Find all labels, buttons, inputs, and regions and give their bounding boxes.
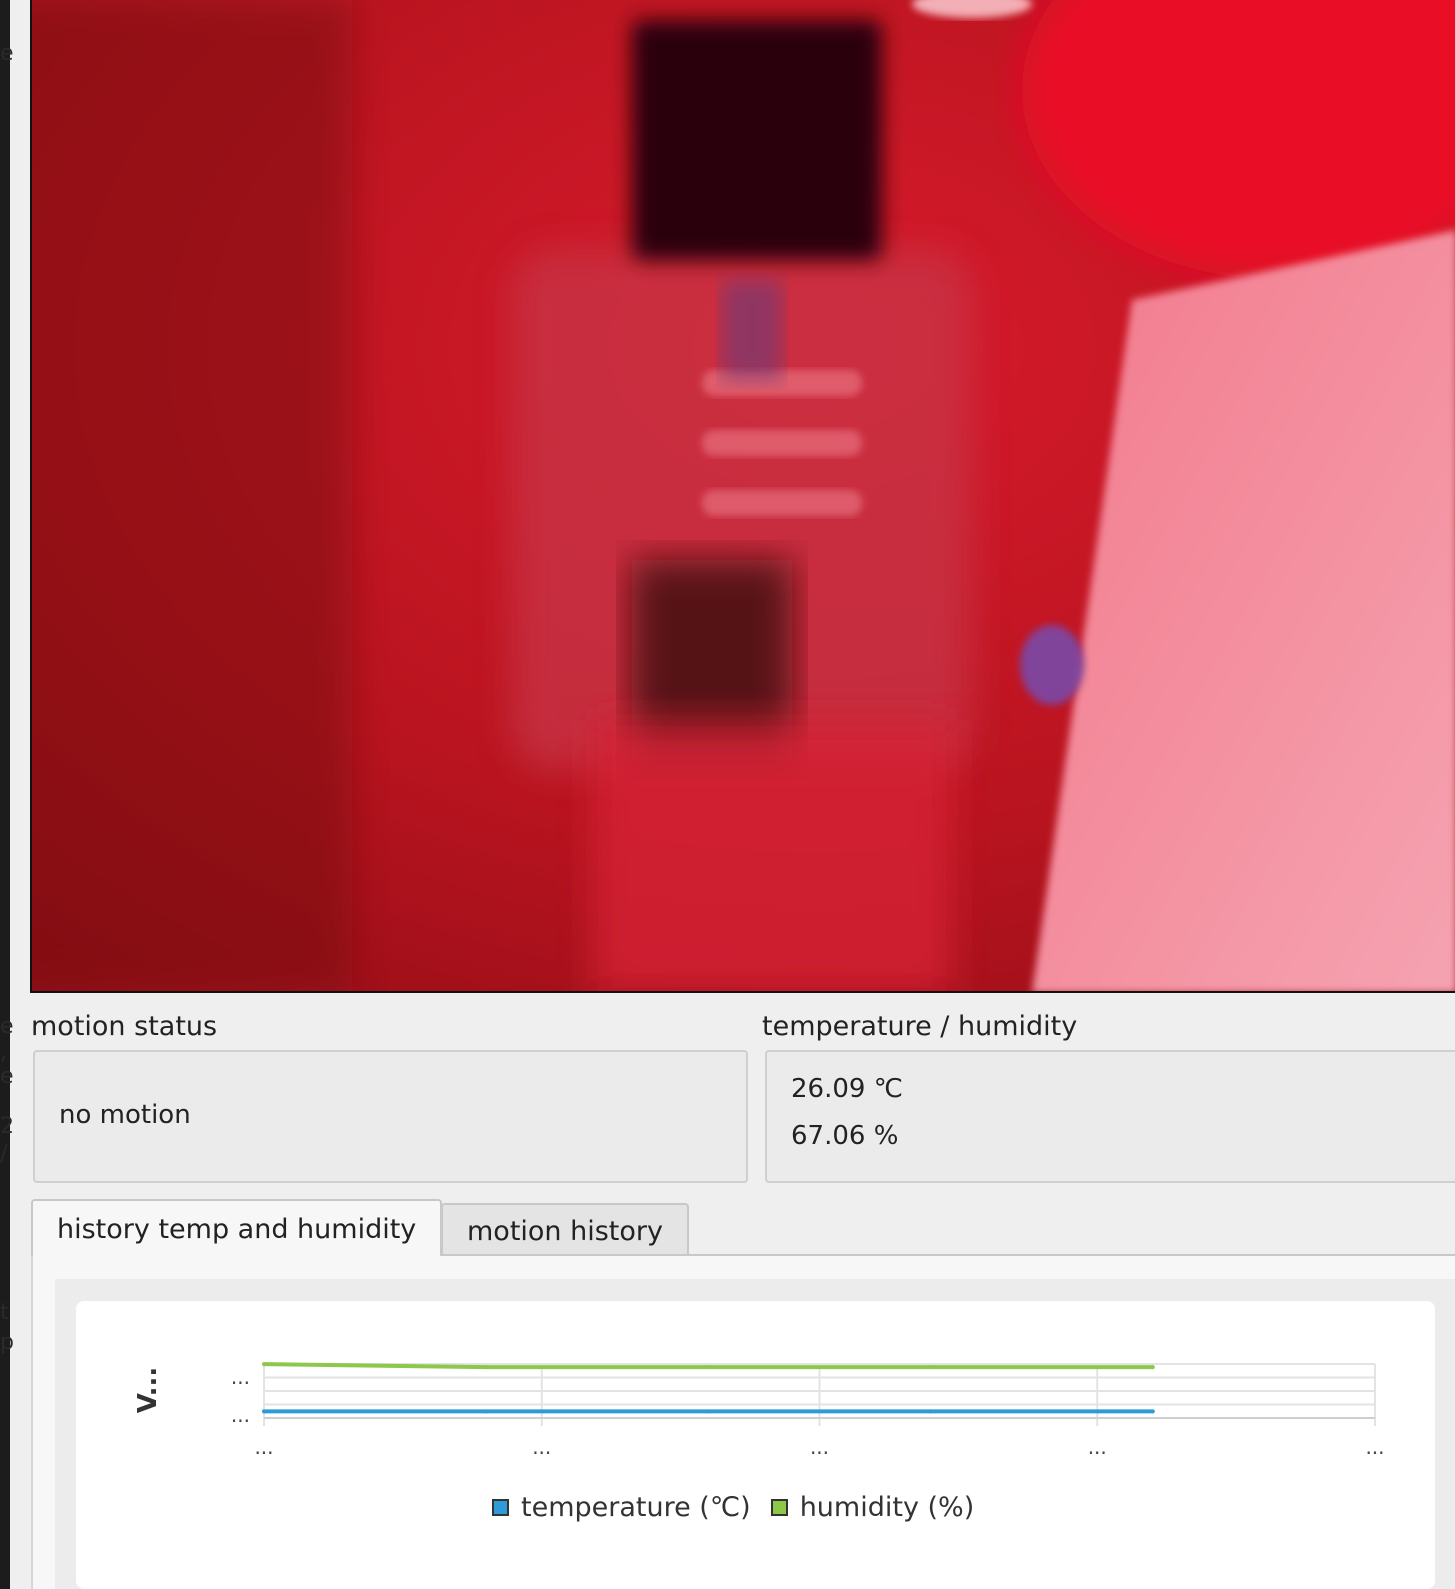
temperature-value: 26.09 ℃ bbox=[791, 1074, 903, 1104]
legend-swatch-humidity bbox=[770, 1498, 788, 1516]
motion-status-label: motion status bbox=[31, 1011, 218, 1042]
background-window-edge: e e , e 2 / t p bbox=[0, 0, 30, 1589]
camera-frame-icon bbox=[32, 0, 1455, 991]
clipped-text: e bbox=[0, 1064, 14, 1089]
legend-label-humidity: humidity (%) bbox=[799, 1491, 975, 1523]
temp-humidity-panel: 26.09 ℃ 67.06 % bbox=[765, 1050, 1455, 1183]
legend-swatch-temperature bbox=[492, 1498, 509, 1516]
clipped-text: , bbox=[0, 1040, 7, 1065]
motion-status-panel: no motion bbox=[33, 1050, 748, 1183]
legend-item-humidity[interactable]: humidity (%) bbox=[770, 1491, 975, 1523]
motion-status-value: no motion bbox=[59, 1100, 191, 1130]
clipped-text: e bbox=[0, 41, 14, 66]
camera-feed bbox=[30, 0, 1455, 993]
temp-humidity-label: temperature / humidity bbox=[762, 1011, 1078, 1042]
chart-card bbox=[76, 1301, 1435, 1589]
humidity-value: 67.06 % bbox=[791, 1121, 899, 1151]
clipped-text: e bbox=[0, 1014, 14, 1039]
clipped-text: 2 bbox=[0, 1114, 14, 1139]
tab-motion-history[interactable]: motion history bbox=[441, 1203, 689, 1254]
clipped-text: p bbox=[0, 1330, 14, 1355]
chart-legend: temperature (℃) humidity (%) bbox=[492, 1489, 994, 1525]
history-tab-bar: history temp and humidity motion history bbox=[31, 1199, 1455, 1256]
legend-label-temperature: temperature (℃) bbox=[521, 1491, 751, 1523]
clipped-text: t bbox=[0, 1300, 9, 1325]
legend-item-temperature[interactable]: temperature (℃) bbox=[492, 1492, 751, 1523]
clipped-text: / bbox=[0, 1142, 8, 1167]
tab-history-temp-humidity[interactable]: history temp and humidity bbox=[31, 1199, 443, 1256]
